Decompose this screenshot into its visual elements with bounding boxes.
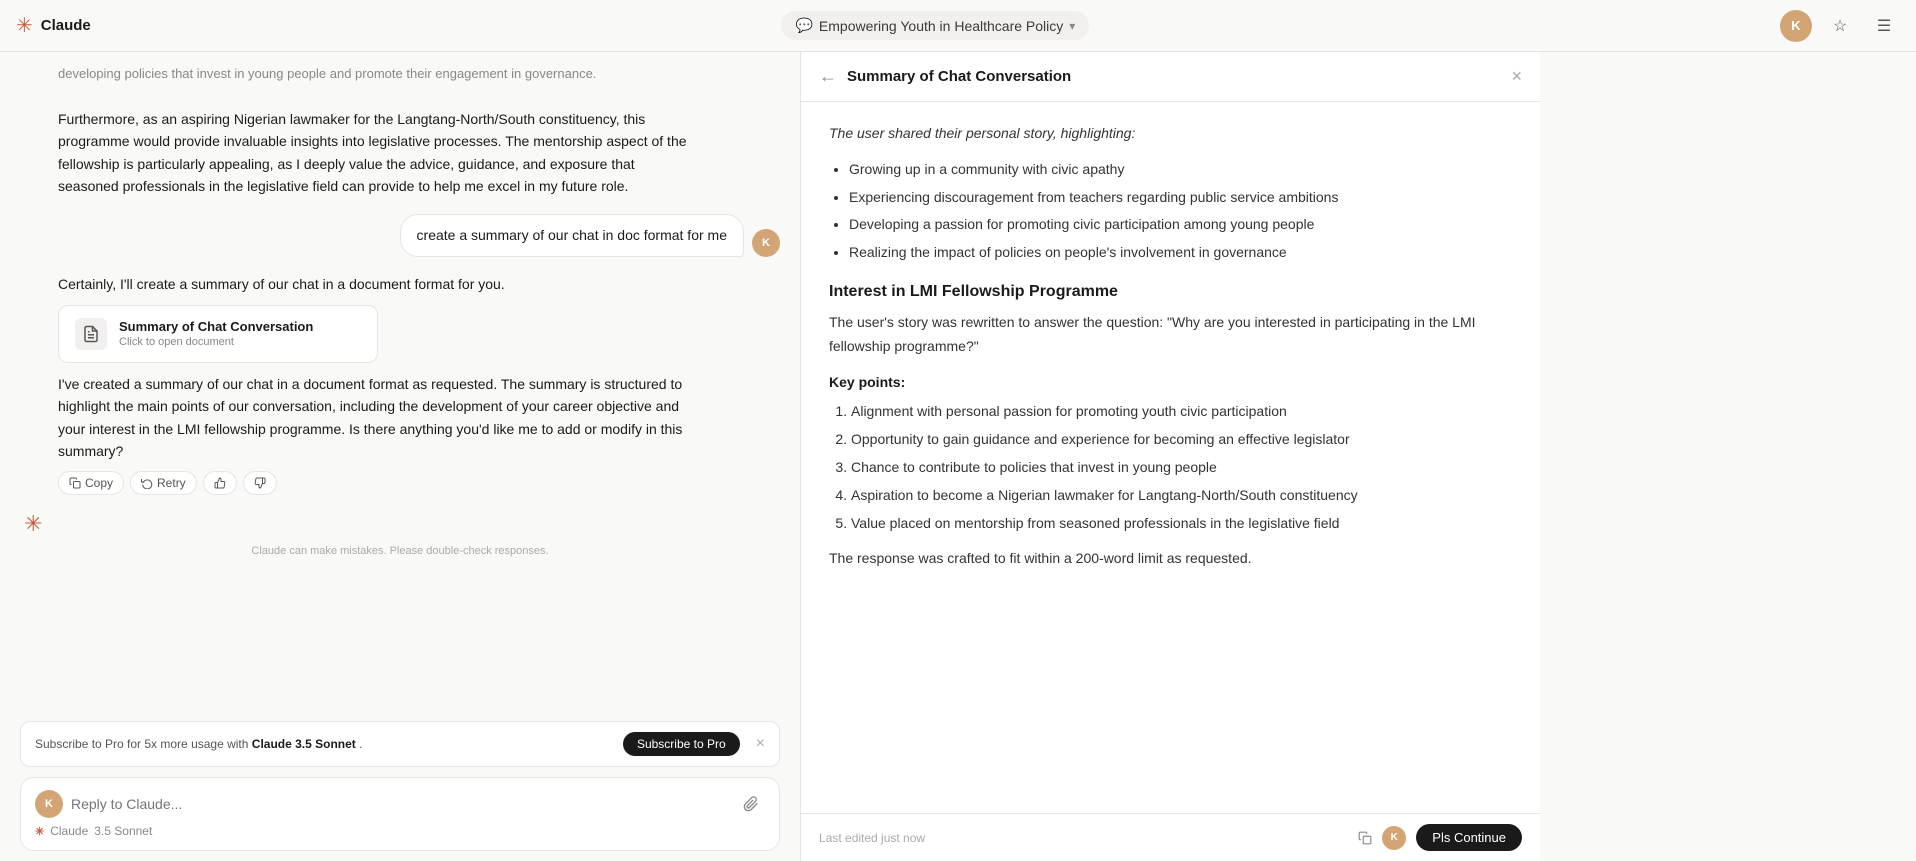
doc-card[interactable]: Summary of Chat Conversation Click to op…	[58, 305, 378, 363]
model-icon: ✳	[35, 825, 44, 838]
user-avatar: K	[1780, 10, 1812, 42]
user-avatar-1: K	[752, 229, 780, 257]
doc-panel-header: ← Summary of Chat Conversation ×	[801, 52, 1540, 102]
user-input-avatar: K	[35, 790, 63, 818]
last-edited-text: Last edited just now	[819, 831, 925, 845]
retry-label: Retry	[157, 476, 186, 490]
main-layout: developing policies that invest in young…	[0, 52, 1916, 861]
doc-copy-button[interactable]	[1358, 831, 1372, 845]
assistant-message-1-body: Furthermore, as an aspiring Nigerian law…	[58, 108, 698, 198]
user-message-1-text: create a summary of our chat in doc form…	[417, 227, 727, 243]
personal-story-bullets: Growing up in a community with civic apa…	[829, 158, 1512, 265]
message-actions: Copy Retry	[58, 471, 698, 495]
doc-panel-close-button[interactable]: ×	[1511, 66, 1522, 87]
assistant-message-body: developing policies that invest in young…	[58, 64, 698, 92]
project-selector[interactable]: 💬 Empowering Youth in Healthcare Policy …	[781, 11, 1089, 40]
chat-scroll[interactable]: developing policies that invest in young…	[20, 52, 780, 715]
subscribe-actions: Subscribe to Pro ×	[623, 732, 765, 756]
crafted-text: The response was crafted to fit within a…	[829, 547, 1512, 571]
doc-panel-header-left: ← Summary of Chat Conversation	[819, 66, 1071, 87]
doc-card-subtitle: Click to open document	[119, 336, 313, 348]
list-item: Aspiration to become a Nigerian lawmaker…	[851, 484, 1512, 508]
nav-right: K ☆ ☰	[1780, 10, 1900, 42]
disclaimer-text: Claude can make mistakes. Please double-…	[20, 541, 780, 565]
retry-button[interactable]: Retry	[130, 471, 197, 495]
assistant-body-text: I've created a summary of our chat in a …	[58, 373, 698, 463]
doc-content: The user shared their personal story, hi…	[829, 122, 1512, 571]
assistant-icon-2	[20, 273, 48, 301]
doc-card-icon	[75, 318, 107, 350]
list-item: Chance to contribute to policies that in…	[851, 456, 1512, 480]
claude-asterisk-icon: ✳	[24, 511, 42, 537]
nav-left: ✳ Claude	[16, 13, 91, 38]
doc-avatar: K	[1382, 826, 1406, 850]
message-assistant-response: Certainly, I'll create a summary of our …	[20, 273, 780, 495]
menu-icon: ☰	[1877, 16, 1891, 36]
doc-card-info: Summary of Chat Conversation Click to op…	[119, 319, 313, 348]
bullet-item: Experiencing discouragement from teacher…	[849, 186, 1512, 210]
message-assistant-continuation: developing policies that invest in young…	[20, 64, 780, 92]
lmi-section-title: Interest in LMI Fellowship Programme	[829, 283, 1512, 301]
bullet-item: Realizing the impact of policies on peop…	[849, 241, 1512, 265]
list-item: Value placed on mentorship from seasoned…	[851, 512, 1512, 536]
copy-label: Copy	[85, 476, 113, 490]
doc-panel-back-button[interactable]: ←	[819, 66, 837, 87]
assistant-icon-space	[20, 64, 48, 92]
lmi-numbered-list: Alignment with personal passion for prom…	[829, 400, 1512, 535]
doc-panel-title: Summary of Chat Conversation	[847, 68, 1071, 85]
user-bubble-1: create a summary of our chat in doc form…	[400, 214, 744, 257]
subscribe-to-pro-button[interactable]: Subscribe to Pro	[623, 732, 740, 756]
subscribe-banner: Subscribe to Pro for 5x more usage with …	[20, 721, 780, 767]
project-label: Empowering Youth in Healthcare Policy	[819, 18, 1063, 34]
copy-button[interactable]: Copy	[58, 471, 124, 495]
footer-actions: K Pls Continue	[1358, 824, 1522, 851]
chat-input[interactable]	[71, 796, 737, 812]
top-navigation: ✳ Claude 💬 Empowering Youth in Healthcar…	[0, 0, 1916, 52]
assistant-response-body: Certainly, I'll create a summary of our …	[58, 273, 698, 495]
document-panel: ← Summary of Chat Conversation × The use…	[800, 52, 1540, 861]
bookmark-icon: ☆	[1833, 16, 1847, 36]
subscribe-text: Subscribe to Pro for 5x more usage with …	[35, 737, 363, 751]
thumbs-up-button[interactable]	[203, 471, 237, 495]
list-item: Alignment with personal passion for prom…	[851, 400, 1512, 424]
key-points-label: Key points:	[829, 371, 1512, 395]
list-item: Opportunity to gain guidance and experie…	[851, 428, 1512, 452]
message-user-1: create a summary of our chat in doc form…	[20, 214, 780, 257]
assistant-intro-text: Certainly, I'll create a summary of our …	[58, 273, 698, 295]
input-area: K ✳ Claude 3.5 Sonnet	[20, 777, 780, 851]
attach-button[interactable]	[737, 790, 765, 818]
chat-area: developing policies that invest in young…	[0, 52, 800, 861]
input-row: K	[35, 790, 765, 818]
model-name: Claude	[50, 824, 88, 838]
app-title: Claude	[41, 17, 91, 34]
bullet-item: Growing up in a community with civic apa…	[849, 158, 1512, 182]
menu-button[interactable]: ☰	[1868, 10, 1900, 42]
chat-bubble-icon: 💬	[795, 17, 812, 34]
bullet-item: Developing a passion for promoting civic…	[849, 213, 1512, 237]
assistant-message-1-text: Furthermore, as an aspiring Nigerian law…	[58, 108, 698, 198]
model-version: 3.5 Sonnet	[94, 824, 152, 838]
doc-panel-scroll[interactable]: The user shared their personal story, hi…	[801, 102, 1540, 813]
assistant-icon-1	[20, 108, 48, 136]
doc-panel-footer: Last edited just now K Pls Continue	[801, 813, 1540, 861]
chevron-down-icon: ▾	[1069, 19, 1075, 33]
model-row: ✳ Claude 3.5 Sonnet	[35, 824, 765, 838]
pls-continue-button[interactable]: Pls Continue	[1416, 824, 1522, 851]
personal-story-intro: The user shared their personal story, hi…	[829, 122, 1512, 146]
doc-card-title: Summary of Chat Conversation	[119, 319, 313, 334]
lmi-section-intro: The user's story was rewritten to answer…	[829, 311, 1512, 359]
message-assistant-1: Furthermore, as an aspiring Nigerian law…	[20, 108, 780, 198]
subscribe-close-button[interactable]: ×	[756, 735, 765, 753]
claude-icon-row: ✳	[20, 511, 780, 537]
thumbs-down-button[interactable]	[243, 471, 277, 495]
bookmark-button[interactable]: ☆	[1824, 10, 1856, 42]
claude-logo-icon: ✳	[16, 13, 33, 38]
assistant-continuation-text: developing policies that invest in young…	[58, 64, 698, 85]
